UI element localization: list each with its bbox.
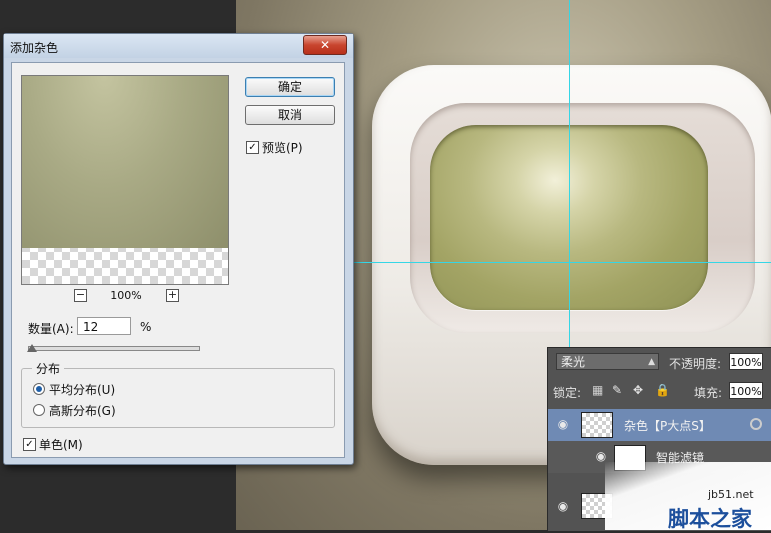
lock-label: 锁定: xyxy=(553,386,582,400)
monochrome-label: 单色(M) xyxy=(39,438,83,452)
select-arrows-icon: ▲ xyxy=(648,357,655,367)
preview-zoom: − 100% + xyxy=(74,289,184,303)
dialog-title: 添加杂色 xyxy=(10,41,59,55)
noise-preview[interactable] xyxy=(21,75,229,285)
zoom-level: 100% xyxy=(110,289,142,302)
distribution-title: 分布 xyxy=(32,360,65,377)
lock-icon[interactable]: 🔒 xyxy=(655,383,670,397)
dialog-body: − 100% + 确定 取消 ✓ 预览(P) 数量(A): 12 % 分布 平均… xyxy=(11,62,345,458)
layer-name: 杂色【P大点S】 xyxy=(624,419,711,433)
opacity-label: 不透明度: xyxy=(669,357,722,371)
opacity-input[interactable]: 100% xyxy=(729,353,763,370)
move-icon[interactable]: ✥ xyxy=(633,383,643,397)
visibility-eye-icon[interactable]: ◉ xyxy=(556,417,570,431)
amount-input[interactable]: 12 xyxy=(77,317,131,335)
amount-slider[interactable] xyxy=(28,346,200,351)
cancel-button[interactable]: 取消 xyxy=(245,105,335,125)
monochrome-checkbox[interactable]: ✓ xyxy=(23,438,36,451)
zoom-in-button[interactable]: + xyxy=(166,289,179,302)
close-icon: ✕ xyxy=(319,38,331,52)
gaussian-label: 高斯分布(G) xyxy=(49,404,116,418)
amount-unit: % xyxy=(140,320,152,334)
zoom-out-button[interactable]: − xyxy=(74,289,87,302)
preview-noise-fill xyxy=(22,76,228,248)
layer-thumbnail xyxy=(581,412,613,438)
amount-slider-thumb[interactable] xyxy=(27,344,37,352)
layer-row-noise[interactable]: ◉ 杂色【P大点S】 xyxy=(548,409,771,441)
fill-input[interactable]: 100% xyxy=(729,382,763,399)
preview-checkbox[interactable]: ✓ xyxy=(246,141,259,154)
blend-mode-select[interactable]: 柔光 ▲ xyxy=(556,353,659,370)
gaussian-radio[interactable] xyxy=(33,404,45,416)
ok-button[interactable]: 确定 xyxy=(245,77,335,97)
close-button[interactable]: ✕ xyxy=(303,35,347,55)
dialog-titlebar[interactable]: 添加杂色 ✕ xyxy=(4,34,353,58)
visibility-eye-icon[interactable]: ◉ xyxy=(556,499,570,513)
uniform-radio[interactable] xyxy=(33,383,45,395)
blend-mode-value: 柔光 xyxy=(561,355,586,369)
fill-label: 填充: xyxy=(694,386,723,400)
visibility-eye-icon[interactable]: ◉ xyxy=(594,449,608,463)
uniform-label: 平均分布(U) xyxy=(49,383,116,397)
brush-icon[interactable]: ✎ xyxy=(612,383,622,397)
watermark-site: jb51.net xyxy=(708,488,754,501)
distribution-group xyxy=(21,368,335,428)
watermark-text: 脚本之家 xyxy=(668,506,752,531)
lock-pixels-icon[interactable]: ▦ xyxy=(592,383,603,397)
amount-label: 数量(A): xyxy=(28,322,74,336)
preview-label: 预览(P) xyxy=(262,141,303,155)
smart-object-icon xyxy=(750,418,762,430)
add-noise-dialog: 添加杂色 ✕ − 100% + 确定 取消 ✓ 预览(P) 数量(A): 12 … xyxy=(3,33,354,465)
